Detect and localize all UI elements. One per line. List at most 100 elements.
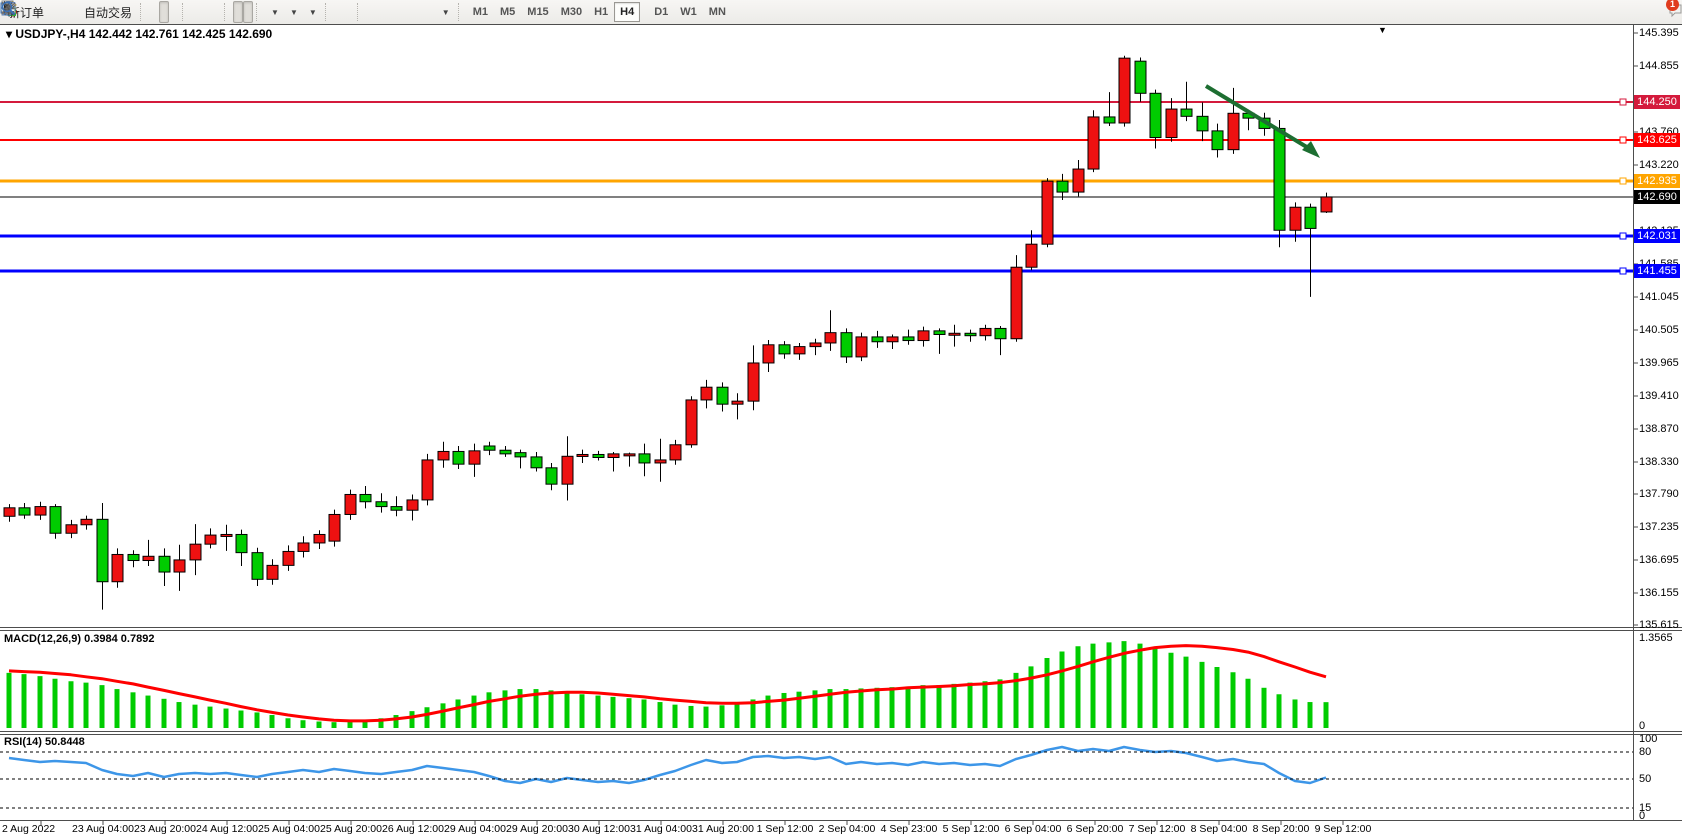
candle-body xyxy=(934,331,945,335)
pane-border xyxy=(0,731,1682,732)
macd-scale-label: 1.3565 xyxy=(1639,632,1673,644)
chart-shift-marker[interactable]: ▼ xyxy=(1378,25,1387,35)
candle-body xyxy=(1197,116,1208,131)
candle-body xyxy=(97,519,108,581)
price-axis-label: 137.235 xyxy=(1639,521,1679,533)
rsi-scale-label: 100 xyxy=(1639,733,1657,745)
rsi-indicator-label: RSI(14) 50.8448 xyxy=(4,736,85,748)
candle-body xyxy=(205,535,216,544)
pane-separator-rsi[interactable] xyxy=(0,734,1682,735)
candle-body xyxy=(810,343,821,347)
time-axis-label: 4 Sep 23:00 xyxy=(881,823,938,835)
pane-separator-macd[interactable] xyxy=(0,630,1682,631)
candle-body xyxy=(515,453,526,457)
candle-body xyxy=(143,556,154,560)
level-anchor[interactable] xyxy=(1620,137,1626,143)
candle-body xyxy=(360,494,371,501)
candlestick-chart[interactable] xyxy=(0,0,1682,840)
candle-body xyxy=(980,328,991,335)
level-anchor[interactable] xyxy=(1620,233,1626,239)
candle-body xyxy=(701,387,712,400)
candle-body xyxy=(1026,244,1037,267)
candle-body xyxy=(655,460,666,463)
pane-border xyxy=(0,627,1682,628)
candle-body xyxy=(670,445,681,460)
price-axis-label: 136.155 xyxy=(1639,587,1679,599)
candle-body xyxy=(593,454,604,457)
price-badge: 142.935 xyxy=(1634,174,1680,188)
price-axis-label: 138.870 xyxy=(1639,423,1679,435)
time-axis-label: 5 Sep 12:00 xyxy=(943,823,1000,835)
time-axis-label: 2 Aug 2022 xyxy=(2,823,55,835)
candle-body xyxy=(1181,109,1192,116)
rsi-scale-label: 50 xyxy=(1639,773,1651,785)
candle-body xyxy=(66,525,77,533)
time-axis-label: 8 Sep 20:00 xyxy=(1253,823,1310,835)
level-anchor[interactable] xyxy=(1620,178,1626,184)
candle-body xyxy=(1057,181,1068,192)
candle-body xyxy=(965,333,976,335)
candle-body xyxy=(1104,117,1115,123)
price-axis-label: 139.410 xyxy=(1639,390,1679,402)
candle-body xyxy=(1321,197,1332,212)
macd-signal-line xyxy=(9,646,1326,721)
chart-bottom-border xyxy=(0,820,1682,821)
price-axis-label: 138.330 xyxy=(1639,456,1679,468)
candle-body xyxy=(500,450,511,454)
candle-body xyxy=(562,456,573,484)
candle-body xyxy=(221,534,232,536)
chart-title: ▾ USDJPY-,H4 142.442 142.761 142.425 142… xyxy=(6,27,272,41)
price-axis-label: 137.790 xyxy=(1639,488,1679,500)
candle-body xyxy=(1088,117,1099,169)
candle-body xyxy=(1305,207,1316,228)
time-axis-label: 23 Aug 20:00 xyxy=(134,823,196,835)
candle-body xyxy=(717,387,728,404)
price-axis-label: 144.855 xyxy=(1639,60,1679,72)
price-badge: 144.250 xyxy=(1634,95,1680,109)
candle-body xyxy=(794,347,805,354)
candle-body xyxy=(1135,61,1146,93)
mt4-window: 新订单 自动交易 xyxy=(0,0,1682,840)
price-axis-label: 143.220 xyxy=(1639,159,1679,171)
candle-body xyxy=(608,454,619,458)
candle-body xyxy=(190,544,201,560)
time-axis-label: 24 Aug 12:00 xyxy=(196,823,258,835)
time-axis-label: 1 Sep 12:00 xyxy=(757,823,814,835)
candle-body xyxy=(391,507,402,511)
candle-body xyxy=(1212,131,1223,150)
candle-body xyxy=(732,401,743,404)
level-anchor[interactable] xyxy=(1620,268,1626,274)
candle-body xyxy=(236,534,247,552)
candle-body xyxy=(314,534,325,542)
candle-body xyxy=(1150,93,1161,137)
candle-body xyxy=(283,551,294,565)
level-anchor[interactable] xyxy=(1620,99,1626,105)
time-axis-label: 7 Sep 12:00 xyxy=(1129,823,1186,835)
macd-scale-label: 0 xyxy=(1639,720,1645,732)
price-axis-label: 135.615 xyxy=(1639,619,1679,631)
candle-body xyxy=(345,494,356,514)
time-axis-label: 29 Aug 04:00 xyxy=(444,823,506,835)
candle-body xyxy=(1042,181,1053,244)
price-badge: 142.031 xyxy=(1634,229,1680,243)
candle-body xyxy=(748,363,759,401)
price-badge: 143.625 xyxy=(1634,133,1680,147)
candle-body xyxy=(4,508,15,516)
candle-body xyxy=(112,554,123,581)
candle-body xyxy=(639,454,650,463)
price-badge: 142.690 xyxy=(1634,190,1680,204)
price-axis-label: 140.505 xyxy=(1639,324,1679,336)
time-axis-label: 31 Aug 20:00 xyxy=(692,823,754,835)
candle-body xyxy=(407,500,418,510)
candle-body xyxy=(267,565,278,579)
time-axis-label: 31 Aug 04:00 xyxy=(630,823,692,835)
candle-body xyxy=(128,554,139,560)
candle-body xyxy=(995,328,1006,338)
price-axis-label: 145.395 xyxy=(1639,27,1679,39)
candle-body xyxy=(531,457,542,468)
time-axis-label: 6 Sep 20:00 xyxy=(1067,823,1124,835)
candle-body xyxy=(252,553,263,580)
candle-body xyxy=(1274,128,1285,230)
time-axis-label: 26 Aug 12:00 xyxy=(382,823,444,835)
candle-body xyxy=(81,519,92,524)
